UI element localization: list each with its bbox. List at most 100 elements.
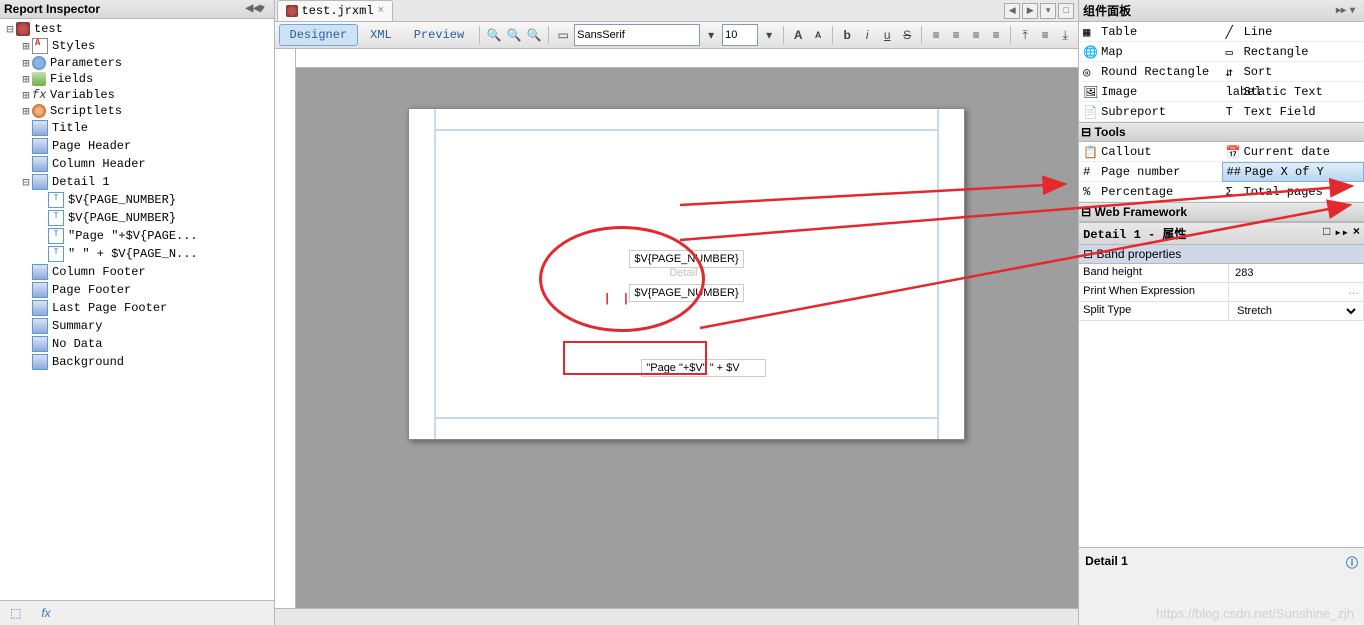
tree-node[interactable]: Title	[0, 119, 274, 137]
field-page-number-1[interactable]: $V{PAGE_NUMBER}	[629, 250, 744, 268]
minimize-icon[interactable]: ◀◀	[246, 4, 256, 14]
canvas-scroll[interactable]: Detail 1 $V{PAGE_NUMBER} $V{PAGE_NUMBER}…	[296, 49, 1079, 608]
palette-item[interactable]: ΣTotal pages	[1222, 182, 1364, 202]
font-inc-icon[interactable]: A	[789, 26, 807, 44]
prop-value[interactable]: Stretch	[1229, 302, 1364, 321]
palette-item[interactable]: #Page number	[1079, 162, 1221, 182]
tree-node[interactable]: Summary	[0, 317, 274, 335]
palette-item[interactable]: ▭Rectangle	[1222, 42, 1364, 62]
palette-category-tools[interactable]: ⊟ Tools	[1079, 122, 1364, 142]
tree-node[interactable]: ⊞Scriptlets	[0, 103, 274, 119]
field-page-x-of-y[interactable]: "Page "+$V" " + $V	[641, 359, 766, 377]
palette-title: 组件面板	[1083, 2, 1131, 19]
bold-icon[interactable]: b	[838, 26, 856, 44]
zoom-in-icon[interactable]: 🔍	[505, 26, 523, 44]
palette-item[interactable]: ⇵Sort	[1222, 62, 1364, 82]
palette-item[interactable]: ##Page X of Y	[1222, 162, 1364, 182]
palette-item[interactable]: 📄Subreport	[1079, 102, 1221, 122]
tree-node[interactable]: T"Page "+$V{PAGE...	[0, 227, 274, 245]
tab-nav-prev[interactable]: ◀	[1004, 3, 1020, 19]
report-icon	[286, 5, 298, 17]
align-center-icon[interactable]: ≡	[947, 26, 965, 44]
tree-node[interactable]: Column Footer	[0, 263, 274, 281]
italic-icon[interactable]: i	[858, 26, 876, 44]
tree-node[interactable]: T$V{PAGE_NUMBER}	[0, 209, 274, 227]
palette-min-icon[interactable]: ▸▸	[1336, 6, 1346, 16]
size-dropdown-icon[interactable]: ▾	[760, 26, 778, 44]
props-pin-icon[interactable]: □	[1323, 225, 1330, 242]
tab-close-icon[interactable]: ×	[378, 5, 385, 17]
props-help-icon[interactable]: ⓘ	[1346, 554, 1358, 571]
tree-node[interactable]: ⊟Detail 1	[0, 173, 274, 191]
palette-item[interactable]: ◎Round Rectangle	[1079, 62, 1221, 82]
tree-node[interactable]: ⊞Styles	[0, 37, 274, 55]
font-size-input[interactable]	[722, 24, 758, 46]
valign-bot-icon[interactable]: ⤓	[1056, 26, 1074, 44]
footer-icon-2[interactable]: fx	[41, 606, 50, 620]
strike-icon[interactable]: S	[898, 26, 916, 44]
tree-node[interactable]: ⊞Parameters	[0, 55, 274, 71]
tree-node[interactable]: ⊞fxVariables	[0, 87, 274, 103]
field-page-number-2[interactable]: $V{PAGE_NUMBER}	[629, 284, 744, 302]
align-justify-icon[interactable]: ≡	[987, 26, 1005, 44]
properties-panel: Detail 1 - 属性 □▸▸× ⊟ Band properties Ban…	[1079, 223, 1364, 625]
mode-xml[interactable]: XML	[360, 25, 402, 45]
props-min-icon[interactable]: ▸▸	[1334, 225, 1348, 242]
tab-nav: ◀ ▶ ▾ □	[1004, 3, 1078, 19]
palette-item[interactable]: ╱Line	[1222, 22, 1364, 42]
report-page[interactable]: Detail 1 $V{PAGE_NUMBER} $V{PAGE_NUMBER}…	[408, 108, 965, 440]
mode-designer[interactable]: Designer	[279, 24, 359, 46]
tree-node[interactable]: Page Header	[0, 137, 274, 155]
font-family-input[interactable]	[574, 24, 700, 46]
tree-node[interactable]: T$V{PAGE_NUMBER}	[0, 191, 274, 209]
editor-area: test.jrxml × ◀ ▶ ▾ □ Designer XML Previe…	[275, 0, 1079, 625]
palette-item[interactable]: ▦Table	[1079, 22, 1221, 42]
valign-mid-icon[interactable]: ≡	[1036, 26, 1054, 44]
valign-top-icon[interactable]: ⤒	[1016, 26, 1034, 44]
align-left-icon[interactable]: ≡	[927, 26, 945, 44]
tab-nav-max[interactable]: □	[1058, 3, 1074, 19]
status-bar	[275, 608, 1079, 625]
palette-item[interactable]: 📅Current date	[1222, 142, 1364, 162]
palette-category-web[interactable]: ⊟ Web Framework	[1079, 202, 1364, 222]
palette-item[interactable]: %Percentage	[1079, 182, 1221, 202]
prop-value[interactable]	[1229, 264, 1364, 283]
underline-icon[interactable]: u	[878, 26, 896, 44]
close-icon[interactable]: ▾	[260, 4, 270, 14]
props-close-icon[interactable]: ×	[1353, 225, 1360, 242]
font-dec-icon[interactable]: A	[809, 26, 827, 44]
designer-toolbar: Designer XML Preview 🔍 🔍 🔍 ▭ ▾ ▾ A A b i…	[275, 22, 1079, 49]
props-header: Detail 1 - 属性 □▸▸×	[1079, 223, 1364, 245]
tab-file[interactable]: test.jrxml ×	[277, 0, 394, 21]
tab-nav-list[interactable]: ▾	[1040, 3, 1056, 19]
prop-key: Print When Expression	[1079, 283, 1229, 302]
footer-icon-1[interactable]: ⬚	[10, 606, 21, 620]
prop-value[interactable]: …	[1229, 283, 1364, 302]
tool-icon[interactable]: ▭	[554, 26, 572, 44]
palette-item[interactable]: TText Field	[1222, 102, 1364, 122]
tab-nav-next[interactable]: ▶	[1022, 3, 1038, 19]
palette-item[interactable]: 🌐Map	[1079, 42, 1221, 62]
tree-node[interactable]: ⊞Fields	[0, 71, 274, 87]
palette-item[interactable]: 🖼Image	[1079, 82, 1221, 102]
tree-node[interactable]: Page Footer	[0, 281, 274, 299]
tree-node[interactable]: T" " + $V{PAGE_N...	[0, 245, 274, 263]
tree-node[interactable]: Background	[0, 353, 274, 371]
zoom-out-icon[interactable]: 🔍	[525, 26, 543, 44]
tree-node[interactable]: Column Header	[0, 155, 274, 173]
align-right-icon[interactable]: ≡	[967, 26, 985, 44]
props-category[interactable]: ⊟ Band properties	[1079, 245, 1364, 264]
palette-drop-icon[interactable]: ▾	[1350, 6, 1360, 16]
palette-grid: ▦Table╱Line🌐Map▭Rectangle◎Round Rectangl…	[1079, 22, 1364, 222]
h-ruler	[296, 49, 1079, 68]
font-dropdown-icon[interactable]: ▾	[702, 26, 720, 44]
palette-header: 组件面板 ▸▸ ▾	[1079, 0, 1364, 22]
palette-item[interactable]: labelStatic Text	[1222, 82, 1364, 102]
tree-node[interactable]: No Data	[0, 335, 274, 353]
report-tree[interactable]: ⊟test⊞Styles⊞Parameters⊞Fields⊞fxVariabl…	[0, 19, 274, 600]
zoom-fit-icon[interactable]: 🔍	[485, 26, 503, 44]
mode-preview[interactable]: Preview	[404, 25, 474, 45]
tree-node[interactable]: Last Page Footer	[0, 299, 274, 317]
palette-item[interactable]: 📋Callout	[1079, 142, 1221, 162]
inspector-footer: ⬚ fx	[0, 600, 274, 625]
